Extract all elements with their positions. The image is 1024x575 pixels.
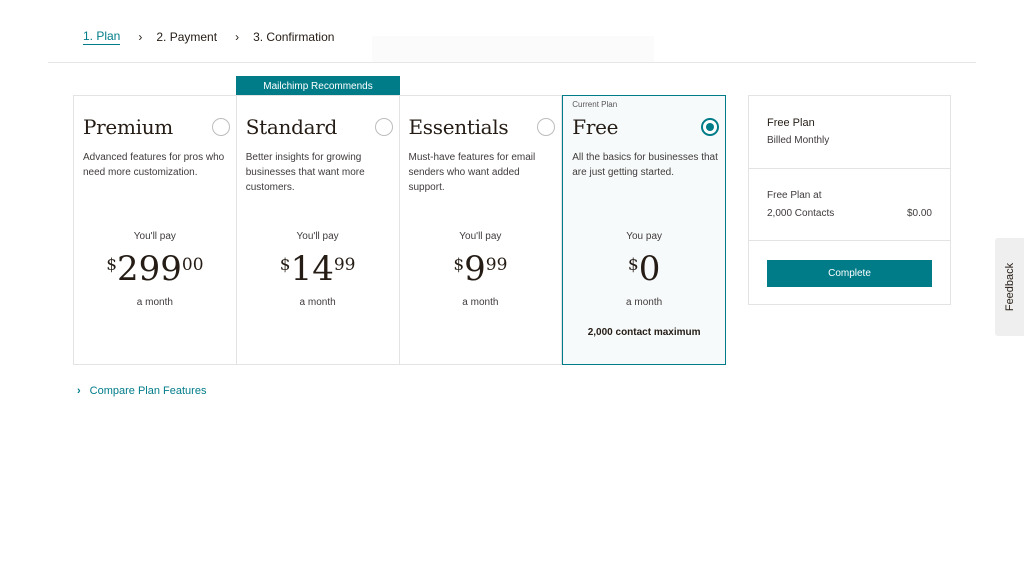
currency-symbol: $ xyxy=(453,255,465,275)
chevron-right-icon: › xyxy=(77,385,81,397)
plan-description: Better insights for growing businesses t… xyxy=(245,152,365,193)
billing-period: a month xyxy=(626,297,663,308)
summary-plan-title: Free Plan xyxy=(767,117,815,129)
currency-symbol: $ xyxy=(106,255,118,275)
line-item-amount: $0.00 xyxy=(906,208,932,219)
plan-name: Standard xyxy=(245,115,338,139)
plan-price: $0 xyxy=(563,249,725,289)
plan-description: Advanced features for pros who need more… xyxy=(83,152,225,178)
recommend-banner: Mailchimp Recommends xyxy=(236,76,400,96)
price-whole: 0 xyxy=(638,249,661,289)
compare-plan-features-link[interactable]: › Compare Plan Features xyxy=(77,385,206,397)
plan-card-premium[interactable]: Premium Advanced features for pros who n… xyxy=(74,96,237,364)
header-divider xyxy=(48,62,976,63)
plan-radio-selected[interactable] xyxy=(701,118,719,136)
line-item-contacts: 2,000 Contacts xyxy=(767,208,835,219)
billing-period: a month xyxy=(462,297,499,308)
pay-label: You'll pay xyxy=(296,231,339,242)
compare-link-label: Compare Plan Features xyxy=(89,385,207,397)
plan-price: $29900 xyxy=(74,249,236,289)
step-payment[interactable]: 2. Payment xyxy=(156,30,217,44)
step-plan[interactable]: 1. Plan xyxy=(83,29,121,45)
complete-button[interactable]: Complete xyxy=(767,260,932,287)
plan-name: Essentials xyxy=(408,115,509,139)
price-cents: 00 xyxy=(181,255,204,275)
plan-radio[interactable] xyxy=(211,118,230,136)
summary-billing: Billed Monthly xyxy=(767,135,830,146)
currency-symbol: $ xyxy=(279,255,291,275)
summary-line-item: Free Plan at 2,000 Contacts $0.00 xyxy=(749,169,950,241)
plan-radio[interactable] xyxy=(537,118,556,136)
contact-limit: 2,000 contact maximum xyxy=(587,327,701,338)
plan-name: Premium xyxy=(83,115,173,139)
pay-label: You'll pay xyxy=(133,231,176,242)
plan-card-essentials[interactable]: Essentials Must-have features for email … xyxy=(400,96,563,364)
currency-symbol: $ xyxy=(627,255,639,275)
summary-header: Free Plan Billed Monthly xyxy=(749,96,950,169)
checkout-stepper: 1. Plan › 2. Payment › 3. Confirmation xyxy=(83,28,334,46)
plan-price: $1499 xyxy=(237,249,399,289)
current-plan-tag: Current Plan xyxy=(572,100,618,109)
plan-name: Free xyxy=(572,115,619,139)
plan-description: All the basics for businesses that are j… xyxy=(572,152,718,178)
chevron-right-icon: › xyxy=(235,30,240,44)
price-whole: 9 xyxy=(464,249,486,289)
billing-period: a month xyxy=(299,297,336,308)
plan-description: Must-have features for email senders who… xyxy=(408,152,536,193)
chevron-right-icon: › xyxy=(138,30,143,44)
pay-label: You pay xyxy=(626,231,663,242)
price-whole: 14 xyxy=(290,249,334,289)
price-cents: 99 xyxy=(485,255,508,275)
order-summary: Free Plan Billed Monthly Free Plan at 2,… xyxy=(748,95,951,305)
price-cents: 99 xyxy=(333,255,356,275)
feedback-label: Feedback xyxy=(1003,262,1016,312)
plan-card-standard[interactable]: Standard Better insights for growing bus… xyxy=(237,96,400,364)
plan-price: $999 xyxy=(400,249,562,289)
line-item-label: Free Plan at xyxy=(767,190,822,201)
header-placeholder xyxy=(372,36,654,62)
step-confirmation[interactable]: 3. Confirmation xyxy=(253,30,334,44)
pay-label: You'll pay xyxy=(459,231,502,242)
plan-options: Premium Advanced features for pros who n… xyxy=(73,95,726,365)
billing-period: a month xyxy=(136,297,173,308)
price-whole: 299 xyxy=(117,249,182,289)
feedback-tab[interactable]: Feedback xyxy=(995,238,1024,336)
plan-card-free[interactable]: Current Plan Free All the basics for bus… xyxy=(562,95,726,365)
plan-radio[interactable] xyxy=(374,118,393,136)
